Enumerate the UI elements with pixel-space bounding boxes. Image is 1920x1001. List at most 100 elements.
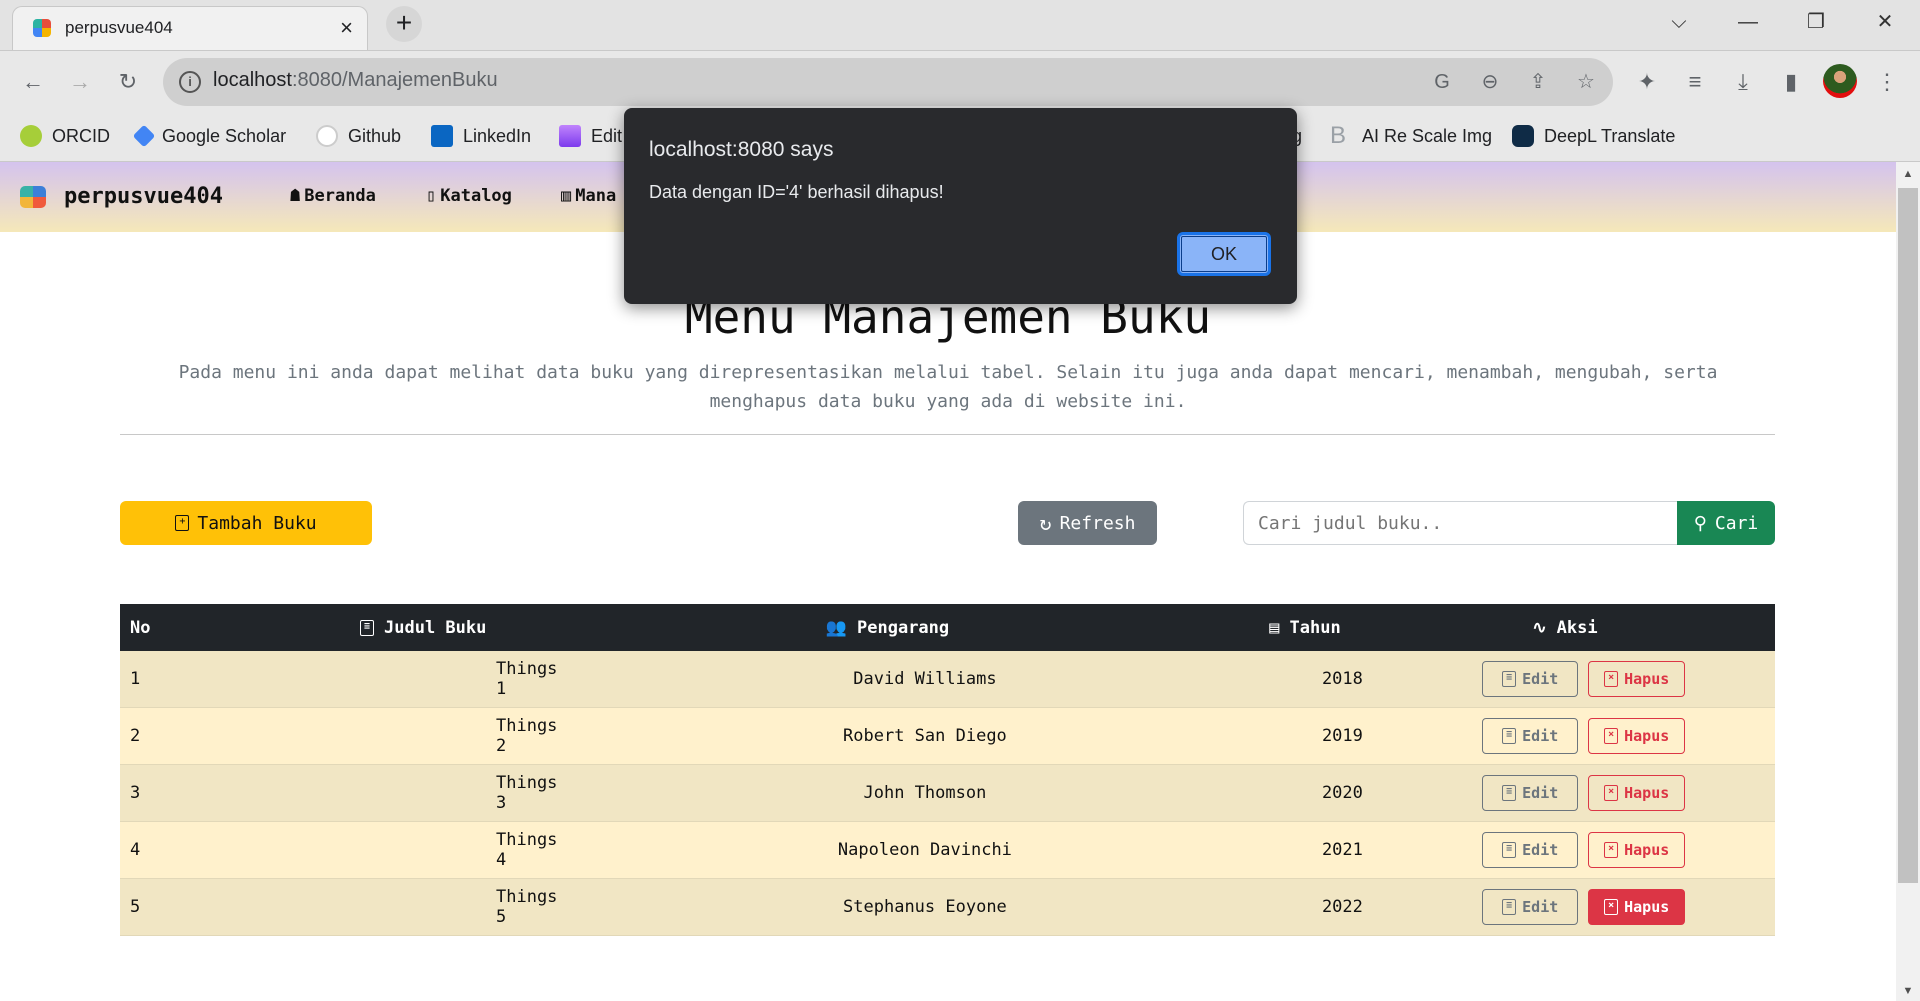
brand-name[interactable]: perpusvue404 <box>64 184 223 209</box>
cell-aksi: ≡ Edit × Hapus <box>1392 661 1775 697</box>
cell-no: 2 <box>130 726 141 746</box>
cell-tahun: 2021 <box>1321 840 1363 860</box>
delete-button[interactable]: × Hapus <box>1588 832 1686 868</box>
refresh-button[interactable]: ↻ Refresh <box>1018 501 1157 545</box>
dialog-ok-button[interactable]: OK <box>1177 232 1271 276</box>
cell-no: 1 <box>130 669 141 689</box>
home-icon: ☗ <box>290 186 301 206</box>
calendar-icon: ▤ <box>1269 617 1280 638</box>
reload-icon[interactable]: ↻ <box>112 66 144 98</box>
search-icon: ⚲ <box>1693 512 1707 534</box>
bookmark-orcid[interactable]: ORCID <box>20 122 110 150</box>
journal-x-icon: × <box>1604 842 1619 858</box>
alert-dialog: localhost:8080 says Data dengan ID='4' b… <box>624 108 1297 304</box>
header-aksi: ∿ Aksi <box>1532 617 1598 638</box>
side-panel-icon[interactable]: ▮ <box>1775 66 1807 98</box>
nav-link-katalog[interactable]: ▯ Katalog <box>426 186 512 206</box>
journal-edit-icon: ≡ <box>1502 671 1517 687</box>
bookmark-github[interactable]: Github <box>316 122 401 150</box>
minimize-icon[interactable]: — <box>1728 6 1768 38</box>
bookmark-deepl[interactable]: DeepL Translate <box>1512 122 1675 150</box>
orcid-icon <box>20 125 42 147</box>
github-icon <box>316 125 338 147</box>
site-favicon-icon <box>33 19 51 37</box>
extensions-icon[interactable]: ✦ <box>1631 66 1663 98</box>
search-input[interactable] <box>1243 501 1678 545</box>
books-table: No ≡ Judul Buku 👥 Pengarang ▤ Tahun ∿ Aksi 1… <box>120 604 1775 936</box>
table-row: 2 Things 2 Robert San Diego 2019 ≡ Edit ×… <box>120 708 1775 765</box>
table-body: 1 Things 1 David Williams 2018 ≡ Edit × Ha… <box>120 651 1775 936</box>
delete-button[interactable]: × Hapus <box>1588 661 1686 697</box>
people-icon: 👥 <box>825 617 848 638</box>
add-book-button[interactable]: + Tambah Buku <box>120 501 372 545</box>
nav-link-beranda[interactable]: ☗ Beranda <box>290 186 376 206</box>
edit-button[interactable]: ≡ Edit <box>1482 832 1579 868</box>
book-icon: ▥ <box>561 186 572 206</box>
header-pengarang: 👥 Pengarang <box>825 617 950 638</box>
google-scholar-icon <box>132 124 156 148</box>
cell-tahun: 2019 <box>1321 726 1363 746</box>
edit-button[interactable]: ≡ Edit <box>1482 718 1579 754</box>
deepl-icon <box>1512 125 1534 147</box>
menu-icon[interactable]: ⋮ <box>1871 66 1903 98</box>
new-tab-button[interactable]: + <box>386 6 422 42</box>
cell-tahun: 2018 <box>1321 669 1363 689</box>
window-close-icon[interactable]: ✕ <box>1865 6 1905 38</box>
header-no: No <box>130 617 151 638</box>
dialog-message: Data dengan ID='4' berhasil dihapus! <box>649 182 944 202</box>
journal-x-icon: × <box>1604 899 1619 915</box>
cell-aksi: ≡ Edit × Hapus <box>1392 718 1775 754</box>
journal-edit-icon: ≡ <box>1502 899 1517 915</box>
bookmark-ai-rescale[interactable]: B AI Re Scale Img <box>1330 122 1492 150</box>
cell-pengarang: Napoleon Davinchi <box>837 840 1012 860</box>
back-icon[interactable]: ← <box>17 66 49 98</box>
cell-judul: Things 4 <box>496 830 558 870</box>
scroll-up-icon[interactable]: ▲ <box>1900 168 1916 180</box>
edit-button[interactable]: ≡ Edit <box>1482 775 1579 811</box>
delete-button[interactable]: × Hapus <box>1588 775 1686 811</box>
bookmark-google-scholar[interactable]: Google Scholar <box>132 122 286 150</box>
zoom-out-icon[interactable]: ⊖ <box>1476 68 1504 96</box>
site-info-icon[interactable]: i <box>179 71 201 93</box>
share-icon[interactable]: ⇪ <box>1524 68 1552 96</box>
edit-bookmark-icon <box>559 125 581 147</box>
edit-button[interactable]: ≡ Edit <box>1482 889 1579 925</box>
cell-judul: Things 3 <box>496 773 558 813</box>
cell-judul: Things 5 <box>496 887 558 927</box>
media-control-icon[interactable]: ≡ <box>1679 66 1711 98</box>
journal-x-icon: × <box>1604 728 1619 744</box>
cell-pengarang: Stephanus Eoyone <box>843 897 1007 917</box>
dialog-title: localhost:8080 says <box>649 138 834 161</box>
journal-edit-icon: ≡ <box>1502 728 1517 744</box>
bookmark-star-icon[interactable]: ☆ <box>1572 68 1600 96</box>
browser-tab[interactable]: perpusvue404 × <box>12 6 368 52</box>
delete-button[interactable]: × Hapus <box>1588 889 1686 925</box>
scrollbar-thumb[interactable] <box>1898 188 1918 883</box>
table-row: 3 Things 3 John Thomson 2020 ≡ Edit × Hapu… <box>120 765 1775 822</box>
bookmark-linkedin[interactable]: LinkedIn <box>431 122 531 150</box>
table-row: 5 Things 5 Stephanus Eoyone 2022 ≡ Edit ×… <box>120 879 1775 936</box>
cell-aksi: ≡ Edit × Hapus <box>1392 832 1775 868</box>
translate-icon[interactable]: G <box>1428 68 1456 96</box>
search-button[interactable]: ⚲ Cari <box>1677 501 1775 545</box>
tab-close-icon[interactable]: × <box>340 15 353 41</box>
journal-plus-icon: + <box>175 515 190 531</box>
brand-logo-icon[interactable] <box>20 186 46 208</box>
edit-button[interactable]: ≡ Edit <box>1482 661 1579 697</box>
restore-icon[interactable]: ❐ <box>1796 6 1836 38</box>
scroll-down-icon[interactable]: ▼ <box>1900 985 1916 997</box>
profile-avatar[interactable] <box>1823 64 1857 98</box>
nav-link-manajemen[interactable]: ▥ Mana <box>561 186 616 206</box>
cell-judul: Things 1 <box>496 659 558 699</box>
journal-bookmark-icon: ▯ <box>426 186 437 206</box>
cell-no: 3 <box>130 783 141 803</box>
forward-icon[interactable]: → <box>64 66 96 98</box>
bookmark-edit[interactable]: Edit <box>559 122 622 150</box>
journal-x-icon: × <box>1604 671 1619 687</box>
address-bar[interactable]: i localhost:8080/ManajemenBuku <box>163 58 1613 106</box>
url-text[interactable]: localhost:8080/ManajemenBuku <box>213 69 498 92</box>
table-row: 4 Things 4 Napoleon Davinchi 2021 ≡ Edit … <box>120 822 1775 879</box>
download-icon[interactable]: ⤓ <box>1727 66 1759 98</box>
delete-button[interactable]: × Hapus <box>1588 718 1686 754</box>
tab-search-icon[interactable]: ⌵ <box>1659 6 1699 38</box>
